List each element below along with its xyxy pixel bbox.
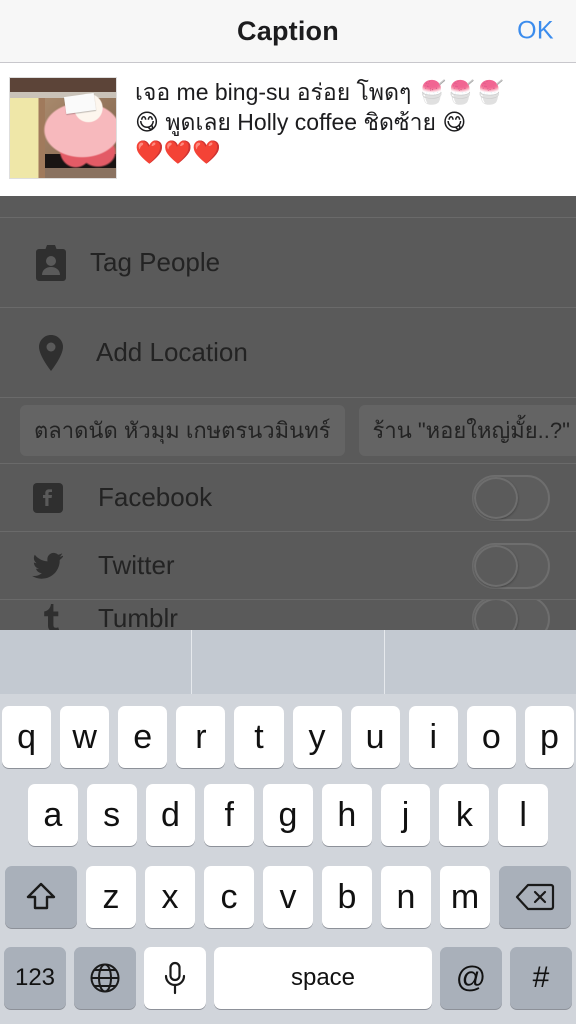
- key-a[interactable]: a: [27, 784, 78, 846]
- suggestion-slot[interactable]: [0, 630, 193, 694]
- at-key[interactable]: @: [440, 947, 502, 1009]
- facebook-label: Facebook: [98, 482, 213, 512]
- keyboard-row-2: a s d f g h j k l: [0, 772, 576, 854]
- navigation-bar: Caption OK: [0, 0, 576, 63]
- suggestion-bar: [0, 630, 576, 694]
- caption-editor-row: เจอ me bing-su อร่อย โพดๆ 🍧🍧🍧 😋 พูดเลย H…: [0, 63, 576, 196]
- location-chip[interactable]: ร้าน "หอยใหญ่มั้ย..?": [358, 405, 576, 456]
- key-t[interactable]: t: [234, 706, 284, 768]
- social-row-facebook[interactable]: Facebook: [0, 464, 576, 532]
- key-s[interactable]: s: [86, 784, 137, 846]
- twitter-toggle[interactable]: [472, 542, 550, 589]
- page-title: Caption: [237, 15, 339, 46]
- numbers-key[interactable]: 123: [4, 947, 66, 1009]
- thumbnail-note-decoration: [64, 92, 97, 115]
- hash-key[interactable]: #: [510, 947, 572, 1009]
- key-u[interactable]: u: [350, 706, 400, 768]
- suggestion-slot[interactable]: [385, 630, 576, 694]
- key-j[interactable]: j: [380, 784, 431, 846]
- caption-line-1: เจอ me bing-su อร่อย โพดๆ 🍧🍧🍧: [135, 79, 504, 105]
- location-suggestions: ตลาดนัด หัวมุม เกษตรนวมินทร์ ร้าน "หอยให…: [0, 398, 576, 464]
- add-location-label: Add Location: [96, 337, 248, 367]
- tumblr-icon: [28, 603, 68, 634]
- space-key[interactable]: space: [214, 947, 432, 1009]
- key-h[interactable]: h: [321, 784, 372, 846]
- key-k[interactable]: k: [439, 784, 490, 846]
- keyboard-row-3: z x c v b n m: [0, 854, 576, 936]
- options-panel: Tag People Add Location ตลาดนัด หัวมุม เ…: [0, 196, 576, 656]
- post-thumbnail[interactable]: [9, 77, 117, 179]
- caption-line-2: 😋 พูดเลย Holly coffee ชิดซ้าย 😋: [135, 109, 467, 135]
- caption-input[interactable]: เจอ me bing-su อร่อย โพดๆ 🍧🍧🍧 😋 พูดเลย H…: [135, 77, 566, 167]
- key-n[interactable]: n: [381, 866, 431, 928]
- suggestion-slot[interactable]: [192, 630, 385, 694]
- toggle-knob: [474, 476, 518, 519]
- key-z[interactable]: z: [86, 866, 136, 928]
- key-e[interactable]: e: [118, 706, 168, 768]
- shift-arrow-icon[interactable]: [5, 866, 77, 928]
- twitter-label: Twitter: [98, 550, 175, 580]
- microphone-icon[interactable]: [144, 947, 206, 1009]
- globe-icon[interactable]: [74, 947, 136, 1009]
- key-x[interactable]: x: [145, 866, 195, 928]
- key-m[interactable]: m: [440, 866, 490, 928]
- location-chip[interactable]: ตลาดนัด หัวมุม เกษตรนวมินทร์: [20, 405, 345, 456]
- tag-people-row[interactable]: Tag People: [0, 218, 576, 308]
- key-o[interactable]: o: [466, 706, 516, 768]
- ok-button[interactable]: OK: [517, 17, 554, 46]
- facebook-icon: [28, 482, 68, 513]
- panel-top-gap: [0, 196, 576, 218]
- backspace-icon[interactable]: [499, 866, 571, 928]
- twitter-icon: [28, 552, 68, 580]
- key-w[interactable]: w: [60, 706, 110, 768]
- keyboard-row-4: 123 space @ #: [0, 936, 576, 1016]
- person-badge-icon: [28, 244, 74, 282]
- social-row-twitter[interactable]: Twitter: [0, 532, 576, 600]
- key-l[interactable]: l: [498, 784, 549, 846]
- keyboard-row-1: q w e r t y u i o p: [0, 694, 576, 772]
- key-d[interactable]: d: [145, 784, 196, 846]
- facebook-toggle[interactable]: [472, 474, 550, 521]
- toggle-knob: [474, 544, 518, 587]
- key-c[interactable]: c: [204, 866, 254, 928]
- key-y[interactable]: y: [292, 706, 342, 768]
- add-location-row[interactable]: Add Location: [0, 308, 576, 398]
- key-b[interactable]: b: [322, 866, 372, 928]
- key-r[interactable]: r: [176, 706, 226, 768]
- key-i[interactable]: i: [408, 706, 458, 768]
- tag-people-label: Tag People: [90, 247, 221, 277]
- key-p[interactable]: p: [524, 706, 574, 768]
- key-g[interactable]: g: [263, 784, 313, 846]
- map-pin-icon: [28, 334, 74, 372]
- caption-line-3: ❤️❤️❤️: [135, 139, 221, 165]
- key-q[interactable]: q: [2, 706, 52, 768]
- caption-screen: Caption OK เจอ me bing-su อร่อย โพดๆ 🍧🍧🍧…: [0, 0, 576, 1024]
- key-v[interactable]: v: [263, 866, 313, 928]
- software-keyboard: q w e r t y u i o p a s d f g h j k l z …: [0, 630, 576, 1024]
- key-f[interactable]: f: [204, 784, 255, 846]
